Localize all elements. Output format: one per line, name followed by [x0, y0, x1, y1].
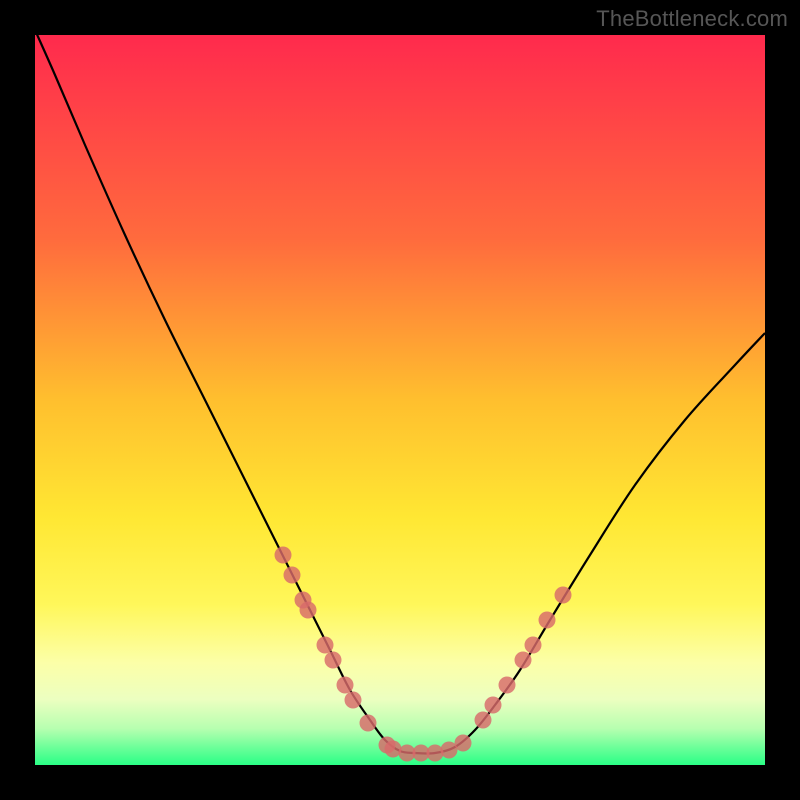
- marker-point: [515, 652, 532, 669]
- plot-area: [35, 35, 765, 765]
- marker-point: [284, 567, 301, 584]
- marker-point: [427, 745, 444, 762]
- marker-point: [525, 637, 542, 654]
- marker-point: [539, 612, 556, 629]
- marker-point: [325, 652, 342, 669]
- marker-point: [455, 735, 472, 752]
- marker-point: [275, 547, 292, 564]
- chart-frame: TheBottleneck.com: [0, 0, 800, 800]
- marker-point: [555, 587, 572, 604]
- marker-point: [360, 715, 377, 732]
- marker-point: [485, 697, 502, 714]
- watermark-text: TheBottleneck.com: [596, 6, 788, 32]
- bottleneck-curve: [35, 35, 765, 765]
- marker-point: [345, 692, 362, 709]
- marker-point: [499, 677, 516, 694]
- marker-point: [337, 677, 354, 694]
- marker-point: [300, 602, 317, 619]
- marker-point: [475, 712, 492, 729]
- marker-point: [317, 637, 334, 654]
